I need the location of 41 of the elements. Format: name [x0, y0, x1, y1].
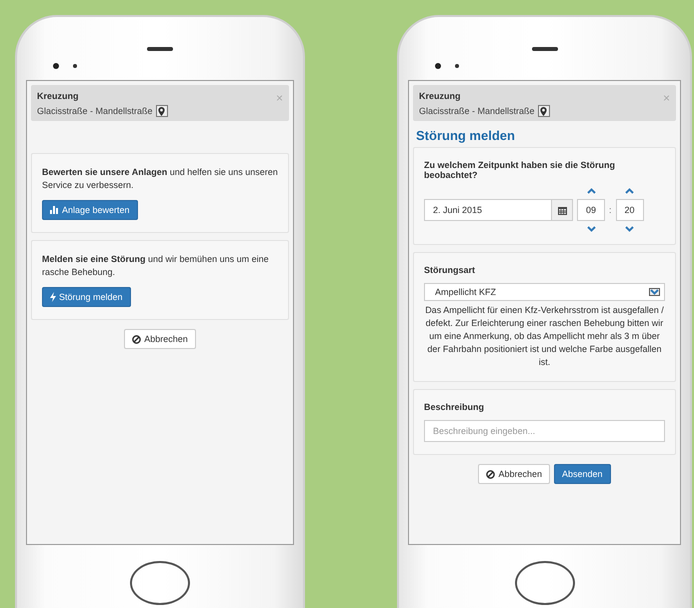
- camera-dot: [53, 63, 59, 69]
- chevron-down-icon[interactable]: [586, 226, 596, 232]
- chevron-up-icon[interactable]: [625, 188, 634, 194]
- ban-icon: [486, 470, 496, 478]
- chevron-up-icon[interactable]: [586, 188, 596, 194]
- cancel-button[interactable]: Abbrechen: [478, 464, 550, 484]
- card-text: Bewerten sie unsere Anlagen und helfen sie uns unseren Service zu verbessern.: [42, 166, 278, 192]
- action-button[interactable]: Störung melden: [42, 287, 131, 307]
- street-names: Glacisstraße - Mandellstraße: [37, 106, 153, 116]
- lightning-bolt-icon: [50, 292, 56, 302]
- hour-field[interactable]: 09: [577, 199, 605, 221]
- home-button[interactable]: [514, 561, 574, 605]
- speaker-slot: [532, 47, 558, 51]
- calendar-icon: [558, 206, 566, 214]
- submit-button[interactable]: Absenden: [554, 464, 611, 484]
- chevron-down-icon[interactable]: [625, 226, 634, 232]
- description-text: Das Ampellicht für einen Kfz-Verkehrsstrom ist ausgefallen / defekt. Zur Erleichterung einer raschen Behebung bitten wir um eine Anmerkung, ob das Ampellicht mehr als 3 m über der Fahrbahn positioniert ist und welche Farbe ausgefallen ist.: [424, 304, 665, 369]
- cancel-button[interactable]: Abbrechen: [124, 329, 196, 349]
- field-label: Beschreibung: [424, 402, 486, 412]
- date-field[interactable]: 2. Juni 2015: [424, 199, 573, 221]
- action-button[interactable]: Anlage bewerten: [42, 200, 138, 220]
- chevron-down-icon[interactable]: [650, 289, 659, 295]
- ban-icon: [132, 334, 142, 344]
- question-label: Zu welchem Zeitpunkt haben sie die Störung beobachtet?: [424, 160, 616, 180]
- sensor-dot: [455, 64, 459, 68]
- form-heading: Störung melden: [416, 128, 516, 143]
- field-label: Störungsart: [424, 265, 476, 275]
- camera-dot: [435, 63, 441, 69]
- intersection-title: Kreuzung: [419, 91, 462, 101]
- bar-chart-icon: [50, 206, 59, 214]
- type-dropdown[interactable]: Ampellicht KFZ: [424, 283, 665, 301]
- card-text: Melden sie eine Störung und wir bemühen uns um eine rasche Behebung.: [42, 253, 270, 279]
- map-pin-icon[interactable]: [538, 105, 550, 117]
- speaker-slot: [147, 47, 173, 51]
- minute-field[interactable]: 20: [616, 199, 644, 221]
- sensor-dot: [73, 64, 77, 68]
- home-button[interactable]: [130, 561, 190, 605]
- time-separator: :: [609, 205, 612, 215]
- street-names: Glacisstraße - Mandellstraße: [419, 106, 535, 116]
- map-pin-icon[interactable]: [156, 105, 168, 117]
- intersection-title: Kreuzung: [37, 91, 80, 101]
